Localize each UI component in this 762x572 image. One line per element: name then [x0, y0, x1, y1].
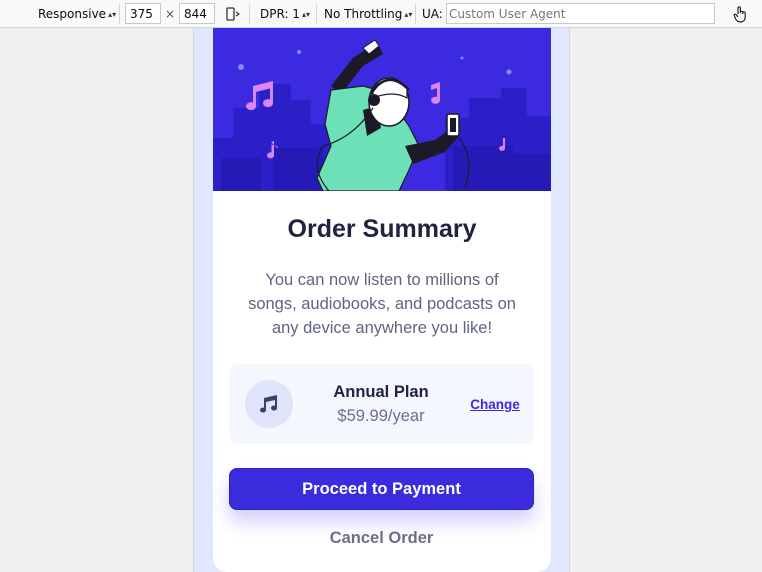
throttling-select[interactable]: No Throttling ▴▾ — [322, 0, 414, 28]
toolbar-divider — [249, 4, 250, 24]
ua-label: UA: — [422, 7, 443, 21]
cancel-order-button[interactable]: Cancel Order — [229, 524, 534, 552]
device-select-label: Responsive — [38, 7, 107, 21]
plan-box: Annual Plan $59.99/year Change — [229, 364, 534, 444]
change-plan-link[interactable]: Change — [469, 397, 521, 412]
toolbar-divider — [316, 4, 317, 24]
toolbar-divider — [119, 4, 120, 24]
dimension-times: × — [165, 7, 176, 21]
user-agent-input[interactable] — [446, 3, 715, 24]
viewport-height-input[interactable] — [179, 3, 215, 24]
devtools-toolbar: Responsive▴▾ × DPR: 1▴▾ No Throttling▴▾ … — [0, 0, 762, 28]
order-summary-card: Order Summary You can now listen to mill… — [213, 28, 551, 572]
toolbar-divider — [415, 4, 416, 24]
select-arrows-icon: ▴▾ — [108, 9, 117, 19]
page-title: Order Summary — [287, 215, 477, 243]
touch-simulation-icon[interactable] — [730, 0, 750, 28]
music-note-icon — [245, 380, 293, 428]
plan-name: Annual Plan — [333, 383, 429, 401]
device-select[interactable]: Responsive ▴▾ — [36, 0, 118, 28]
music-listener-illustration — [213, 39, 551, 191]
hero-illustration — [213, 28, 551, 191]
rotate-device-icon[interactable] — [222, 0, 242, 28]
dpr-select-label: DPR: 1 — [260, 7, 300, 21]
dpr-select[interactable]: DPR: 1 ▴▾ — [258, 0, 312, 28]
responsive-viewport: Order Summary You can now listen to mill… — [193, 28, 570, 572]
summary-description: You can now listen to millions of songs,… — [248, 271, 516, 337]
throttling-select-label: No Throttling — [324, 7, 403, 21]
select-arrows-icon: ▴▾ — [301, 9, 310, 19]
plan-price: $59.99/year — [337, 407, 425, 425]
viewport-width-input[interactable] — [125, 3, 161, 24]
proceed-to-payment-button[interactable]: Proceed to Payment — [229, 468, 534, 510]
select-arrows-icon: ▴▾ — [404, 9, 413, 19]
